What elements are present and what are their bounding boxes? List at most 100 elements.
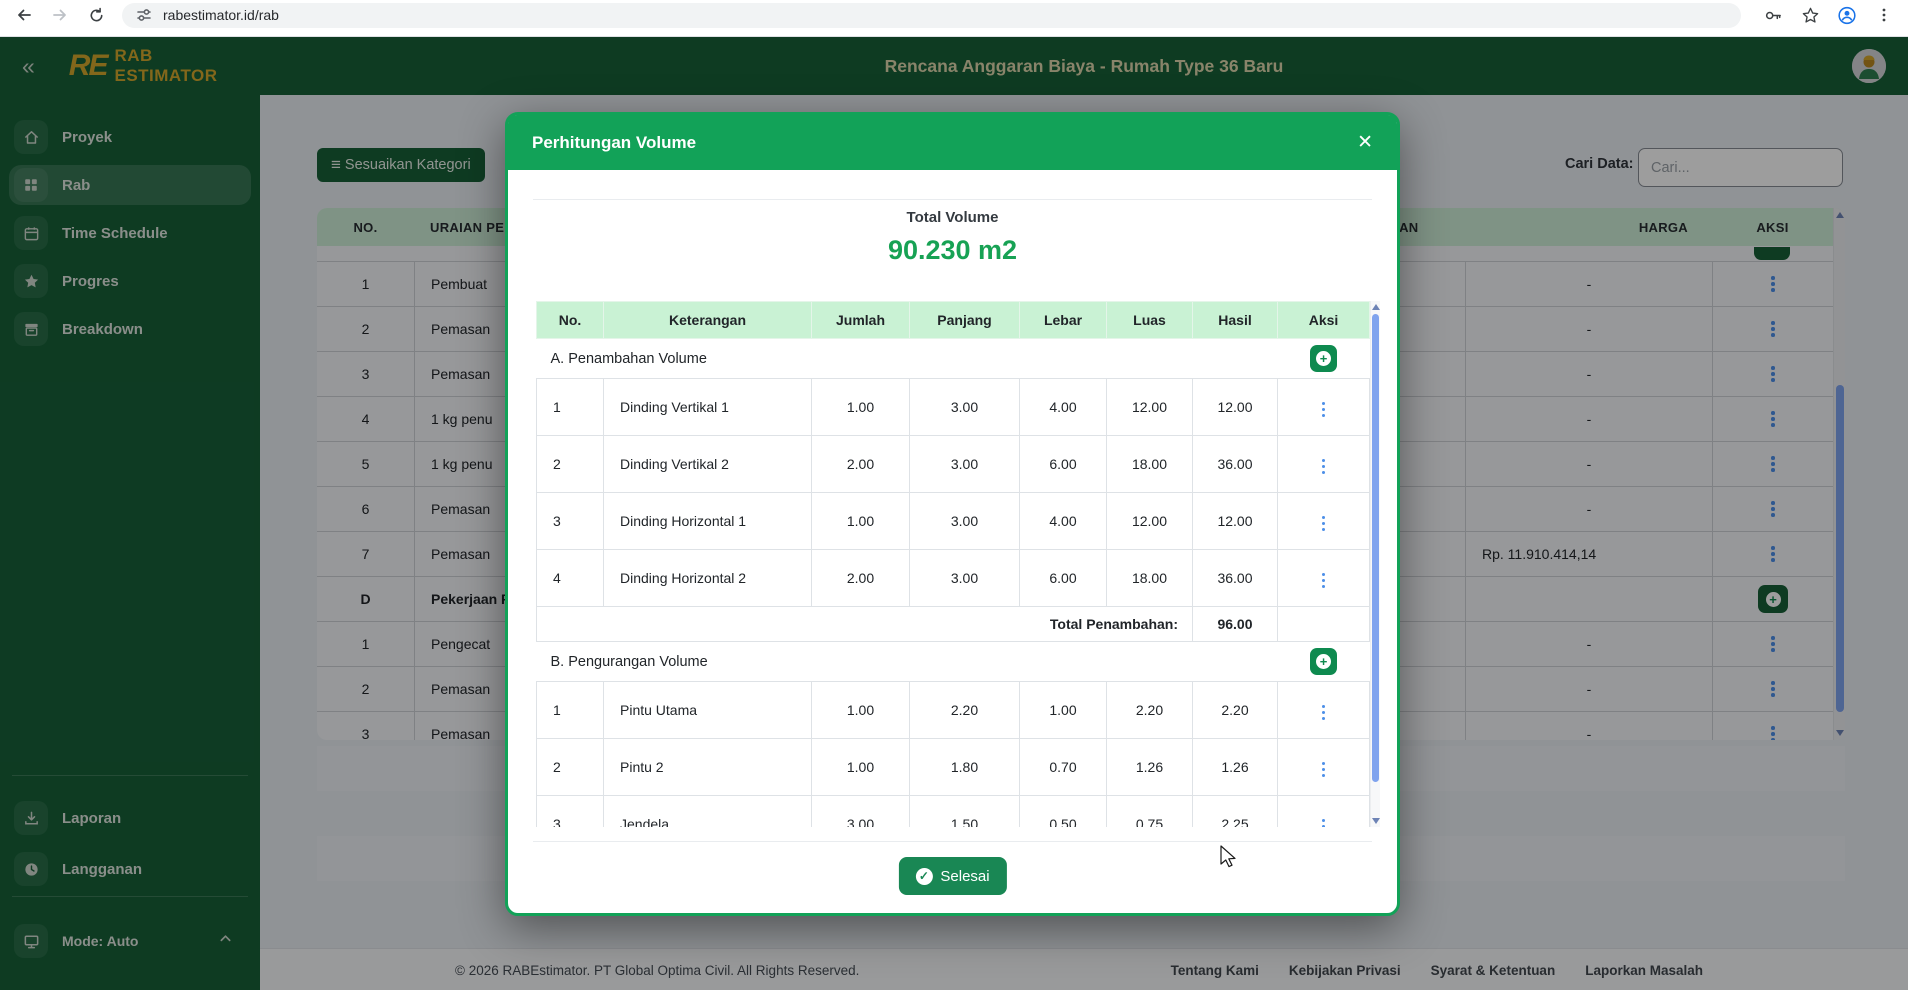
volume-cell: 4.00 xyxy=(1020,493,1107,550)
volume-cell: Jendela xyxy=(604,796,812,828)
bookmark-star-icon[interactable] xyxy=(1800,5,1820,25)
section-total-row: Total Penambahan:96.00 xyxy=(537,607,1370,642)
row-actions xyxy=(1278,379,1370,436)
volume-cell: Dinding Horizontal 1 xyxy=(604,493,812,550)
volume-cell: Dinding Vertikal 1 xyxy=(604,379,812,436)
volume-cell: 18.00 xyxy=(1107,550,1193,607)
password-key-icon[interactable] xyxy=(1763,5,1783,25)
row-menu-button[interactable] xyxy=(1317,454,1331,480)
dot xyxy=(1322,717,1326,721)
site-settings-icon[interactable] xyxy=(134,5,154,25)
volume-cell: 12.00 xyxy=(1193,379,1278,436)
dot xyxy=(1322,711,1326,715)
volume-row: 3Dinding Horizontal 11.003.004.0012.0012… xyxy=(537,493,1370,550)
volume-cell: 12.00 xyxy=(1107,493,1193,550)
volume-cell: 6.00 xyxy=(1020,436,1107,493)
volume-cell: Dinding Horizontal 2 xyxy=(604,550,812,607)
volume-row: 2Pintu 21.001.800.701.261.26 xyxy=(537,739,1370,796)
volume-cell: 1.26 xyxy=(1193,739,1278,796)
volume-cell: 1.80 xyxy=(910,739,1020,796)
volume-cell: 2.00 xyxy=(812,550,910,607)
row-menu-button[interactable] xyxy=(1317,568,1331,594)
volume-cell: Pintu 2 xyxy=(604,739,812,796)
total-volume-label: Total Volume xyxy=(508,209,1397,226)
volume-row: 4Dinding Horizontal 22.003.006.0018.0036… xyxy=(537,550,1370,607)
row-menu-button[interactable] xyxy=(1317,814,1331,828)
address-bar[interactable]: rabestimator.id/rab xyxy=(122,3,1741,28)
scroll-down-icon[interactable] xyxy=(1372,818,1380,824)
row-menu-button[interactable] xyxy=(1317,757,1331,783)
close-icon[interactable]: ✕ xyxy=(1357,133,1373,152)
row-actions xyxy=(1278,682,1370,739)
dot xyxy=(1322,465,1326,469)
volume-cell: 1.00 xyxy=(812,493,910,550)
row-menu-button[interactable] xyxy=(1317,700,1331,726)
forward-icon[interactable] xyxy=(50,5,70,25)
dot xyxy=(1322,768,1326,772)
modal-title: Perhitungan Volume xyxy=(532,133,696,153)
dot xyxy=(1322,414,1326,418)
add-row-button[interactable] xyxy=(1310,648,1337,675)
plus-icon xyxy=(1316,654,1331,669)
volume-cell: 3 xyxy=(537,493,604,550)
scroll-up-icon[interactable] xyxy=(1372,304,1380,310)
volume-cell: 1.00 xyxy=(812,379,910,436)
row-actions xyxy=(1278,436,1370,493)
dot xyxy=(1322,573,1326,577)
volume-table: No.KeteranganJumlahPanjangLebarLuasHasil… xyxy=(536,301,1370,827)
total-volume-value: 90.230 m2 xyxy=(508,235,1397,266)
volume-col-header: Luas xyxy=(1107,302,1193,339)
volume-row: 3Jendela3.001.500.500.752.25 xyxy=(537,796,1370,828)
volume-cell: 36.00 xyxy=(1193,436,1278,493)
section-total-value: 96.00 xyxy=(1193,607,1278,642)
volume-cell: 0.50 xyxy=(1020,796,1107,828)
dot xyxy=(1322,825,1326,828)
dot xyxy=(1322,762,1326,766)
dot xyxy=(1322,402,1326,406)
done-button[interactable]: Selesai xyxy=(898,857,1006,895)
back-icon[interactable] xyxy=(14,5,34,25)
section-actions xyxy=(1278,339,1370,379)
section-row: A. Penambahan Volume xyxy=(537,339,1370,379)
volume-cell: Dinding Vertikal 2 xyxy=(604,436,812,493)
scrollbar-thumb[interactable] xyxy=(1372,314,1379,782)
reload-icon[interactable] xyxy=(86,5,106,25)
row-menu-button[interactable] xyxy=(1317,511,1331,537)
browser-profile-icon[interactable] xyxy=(1837,5,1857,25)
volume-cell: 3.00 xyxy=(910,493,1020,550)
done-button-label: Selesai xyxy=(940,868,989,885)
volume-row: 1Dinding Vertikal 11.003.004.0012.0012.0… xyxy=(537,379,1370,436)
check-icon xyxy=(915,868,932,885)
add-row-button[interactable] xyxy=(1310,345,1337,372)
volume-row: 1Pintu Utama1.002.201.002.202.20 xyxy=(537,682,1370,739)
volume-cell: 12.00 xyxy=(1107,379,1193,436)
volume-cell: 4 xyxy=(537,550,604,607)
modal-table-scrollbar[interactable] xyxy=(1370,301,1380,827)
dot xyxy=(1322,471,1326,475)
volume-cell: 12.00 xyxy=(1193,493,1278,550)
volume-cell: 3 xyxy=(537,796,604,828)
volume-cell: 6.00 xyxy=(1020,550,1107,607)
volume-cell: 1 xyxy=(537,379,604,436)
volume-col-header: Lebar xyxy=(1020,302,1107,339)
browser-menu-icon[interactable] xyxy=(1874,5,1894,25)
volume-cell: 1.00 xyxy=(1020,682,1107,739)
dot xyxy=(1322,459,1326,463)
volume-cell: 2 xyxy=(537,739,604,796)
modal-header: Perhitungan Volume ✕ xyxy=(508,115,1397,170)
section-total-label: Total Penambahan: xyxy=(537,607,1193,642)
section-label: B. Pengurangan Volume xyxy=(537,642,1278,682)
dot xyxy=(1322,522,1326,526)
screen: rabestimator.id/rab RE RAB ESTIMATOR Ren… xyxy=(0,0,1908,990)
browser-toolbar: rabestimator.id/rab xyxy=(0,0,1908,37)
volume-col-header: No. xyxy=(537,302,604,339)
row-actions xyxy=(1278,739,1370,796)
row-menu-button[interactable] xyxy=(1317,397,1331,423)
volume-cell: 2.00 xyxy=(812,436,910,493)
mouse-cursor xyxy=(1219,845,1236,869)
row-actions xyxy=(1278,550,1370,607)
volume-col-header: Panjang xyxy=(910,302,1020,339)
dot xyxy=(1322,705,1326,709)
modal-footer-divider xyxy=(533,841,1372,842)
volume-col-header: Hasil xyxy=(1193,302,1278,339)
